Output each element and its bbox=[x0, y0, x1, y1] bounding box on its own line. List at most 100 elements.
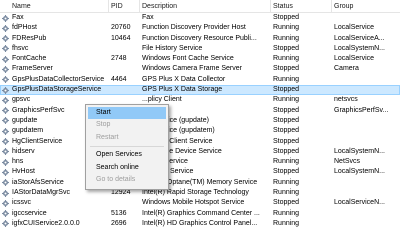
group-cell: LocalServiceN... bbox=[334, 199, 385, 207]
service-gear-icon bbox=[2, 107, 9, 115]
table-row[interactable]: FontCache 2748 Windows Font Cache Service R… bbox=[0, 54, 400, 64]
pid-cell: 5136 bbox=[111, 209, 127, 217]
table-row[interactable]: gupdate ...e Service (gupdate) Stopped bbox=[0, 116, 400, 126]
group-cell bbox=[334, 137, 400, 147]
column-header-group[interactable]: Group bbox=[334, 0, 353, 13]
column-divider[interactable] bbox=[108, 0, 109, 13]
table-row[interactable]: hns...work ServiceRunningNetSvcs bbox=[0, 157, 400, 167]
pid-cell: 2696 bbox=[111, 219, 127, 227]
status-cell: Stopped bbox=[273, 147, 300, 155]
column-divider[interactable] bbox=[270, 0, 271, 13]
group-cell bbox=[334, 219, 400, 229]
group-cell: NetSvcs bbox=[334, 158, 361, 166]
service-gear-icon bbox=[2, 96, 9, 104]
column-divider[interactable] bbox=[139, 0, 140, 13]
column-header-description[interactable]: Description bbox=[142, 0, 177, 13]
description-cell: Windows Camera Frame Server bbox=[142, 65, 242, 73]
service-gear-icon bbox=[2, 179, 9, 187]
service-name-cell: FontCache bbox=[12, 55, 47, 63]
pid-cell bbox=[111, 198, 139, 208]
table-row[interactable]: gupdatem ...e Service (gupdatem) Stopped bbox=[0, 126, 400, 136]
service-gear-icon bbox=[2, 14, 9, 22]
status-cell: Stopped bbox=[273, 199, 300, 207]
table-row[interactable]: Fax Fax Stopped bbox=[0, 13, 400, 23]
status-cell: Stopped bbox=[273, 106, 300, 114]
table-row[interactable]: GraphicsPerfSvc Stopped GraphicsPerfSv... bbox=[0, 106, 400, 116]
service-name-cell: GpsPlusDataStorageService bbox=[12, 86, 102, 94]
group-cell: LocalSystemN... bbox=[334, 168, 385, 176]
menu-item-open-services[interactable]: Open Services bbox=[88, 149, 166, 161]
service-gear-icon bbox=[2, 117, 9, 125]
status-cell: Running bbox=[273, 96, 300, 104]
group-cell: Camera bbox=[334, 65, 359, 73]
service-gear-icon bbox=[2, 86, 9, 94]
table-row[interactable]: igccservice 5136 Intel(R) Graphics Command… bbox=[0, 209, 400, 219]
status-cell: Stopped bbox=[273, 44, 300, 52]
service-gear-icon bbox=[2, 148, 9, 156]
description-cell: Function Discovery Resource Publi... bbox=[142, 34, 257, 42]
service-name-cell: igccservice bbox=[12, 209, 47, 217]
group-cell bbox=[334, 13, 400, 23]
table-row[interactable]: iaStorAfsService Intel(R) Optane(TM) Memo… bbox=[0, 178, 400, 188]
table-row[interactable]: fdPHost 20760 Function Discovery Provider … bbox=[0, 23, 400, 33]
table-row[interactable]: HgClientService ...ardian Client Service S… bbox=[0, 137, 400, 147]
menu-item-restart[interactable]: Restart bbox=[88, 132, 166, 144]
table-row[interactable]: hidserv ...nterface Device Service Stopped… bbox=[0, 147, 400, 157]
service-name-cell: Fax bbox=[12, 14, 24, 21]
table-row[interactable]: igfxCUIService2.0.0.0 2696 Intel(R) HD Gra… bbox=[0, 219, 400, 229]
description-cell: File History Service bbox=[142, 44, 203, 52]
table-row[interactable]: icssvc Windows Mobile Hotspot Service Stop… bbox=[0, 198, 400, 208]
menu-separator bbox=[90, 146, 164, 148]
menu-item-stop[interactable]: Stop bbox=[88, 119, 166, 131]
pid-cell bbox=[111, 44, 139, 54]
column-header-pid[interactable]: PID bbox=[111, 0, 123, 13]
service-gear-icon bbox=[2, 189, 9, 197]
group-cell bbox=[334, 126, 400, 136]
table-row[interactable]: IAStorDataMgrSvc 12924 Intel(R) Rapid Stor… bbox=[0, 188, 400, 198]
status-cell: Stopped bbox=[273, 116, 300, 124]
group-cell bbox=[334, 85, 400, 95]
status-cell: Stopped bbox=[273, 127, 300, 135]
status-cell: Stopped bbox=[273, 86, 300, 94]
description-cell: Intel(R) HD Graphics Control Panel... bbox=[142, 219, 258, 227]
group-cell bbox=[334, 178, 400, 188]
service-name-cell: icssvc bbox=[12, 199, 32, 207]
group-cell bbox=[334, 75, 400, 85]
pid-cell bbox=[111, 13, 139, 23]
status-cell: Running bbox=[273, 55, 300, 63]
table-row[interactable]: GpsPlusDataCollectorService 4464 GPS Plus … bbox=[0, 75, 400, 85]
service-name-cell: igfxCUIService2.0.0.0 bbox=[12, 219, 80, 227]
column-header-name[interactable]: Name bbox=[12, 0, 31, 13]
column-header-status[interactable]: Status bbox=[273, 0, 293, 13]
description-cell: GPS Plus X Data Collector bbox=[142, 75, 226, 83]
group-cell bbox=[334, 209, 400, 219]
table-row[interactable]: GpsPlusDataStorageService GPS Plus X Data… bbox=[0, 85, 400, 96]
group-cell: netsvcs bbox=[334, 96, 358, 104]
pid-cell: 4464 bbox=[111, 75, 127, 83]
table-row[interactable]: gpsvc ...plicy Client Running netsvcs bbox=[0, 95, 400, 105]
pid-cell: 2748 bbox=[111, 55, 127, 63]
pid-cell bbox=[111, 64, 139, 74]
menu-item-search-online[interactable]: Search online bbox=[88, 162, 166, 174]
status-cell: Running bbox=[273, 189, 300, 197]
group-cell: GraphicsPerfSv... bbox=[334, 106, 389, 114]
table-row[interactable]: FrameServer Windows Camera Frame Server St… bbox=[0, 64, 400, 74]
column-divider[interactable] bbox=[331, 0, 332, 13]
status-cell: Running bbox=[273, 24, 300, 32]
status-cell: Running bbox=[273, 75, 300, 83]
service-name-cell: FrameServer bbox=[12, 65, 53, 73]
description-cell: Function Discovery Provider Host bbox=[142, 24, 246, 32]
description-cell: Intel(R) Graphics Command Center ... bbox=[142, 209, 260, 217]
table-row[interactable]: HvHost1396HV Host ServiceStoppedLocalSys… bbox=[0, 167, 400, 177]
menu-item-go-to-details[interactable]: Go to details bbox=[88, 174, 166, 186]
service-name-cell: fhsvc bbox=[12, 44, 29, 52]
service-gear-icon bbox=[2, 65, 9, 73]
table-row[interactable]: fhsvc File History Service Stopped LocalSys… bbox=[0, 44, 400, 54]
service-gear-icon bbox=[2, 45, 9, 53]
table-row[interactable]: FDResPub 10464 Function Discovery Resource… bbox=[0, 34, 400, 44]
menu-item-start[interactable]: Start bbox=[88, 107, 166, 120]
services-list: Fax Fax Stopped fdPHost 20760 Function Discov… bbox=[0, 13, 400, 229]
service-gear-icon bbox=[2, 168, 9, 176]
service-gear-icon bbox=[2, 158, 9, 166]
service-name-cell: FDResPub bbox=[12, 34, 47, 42]
